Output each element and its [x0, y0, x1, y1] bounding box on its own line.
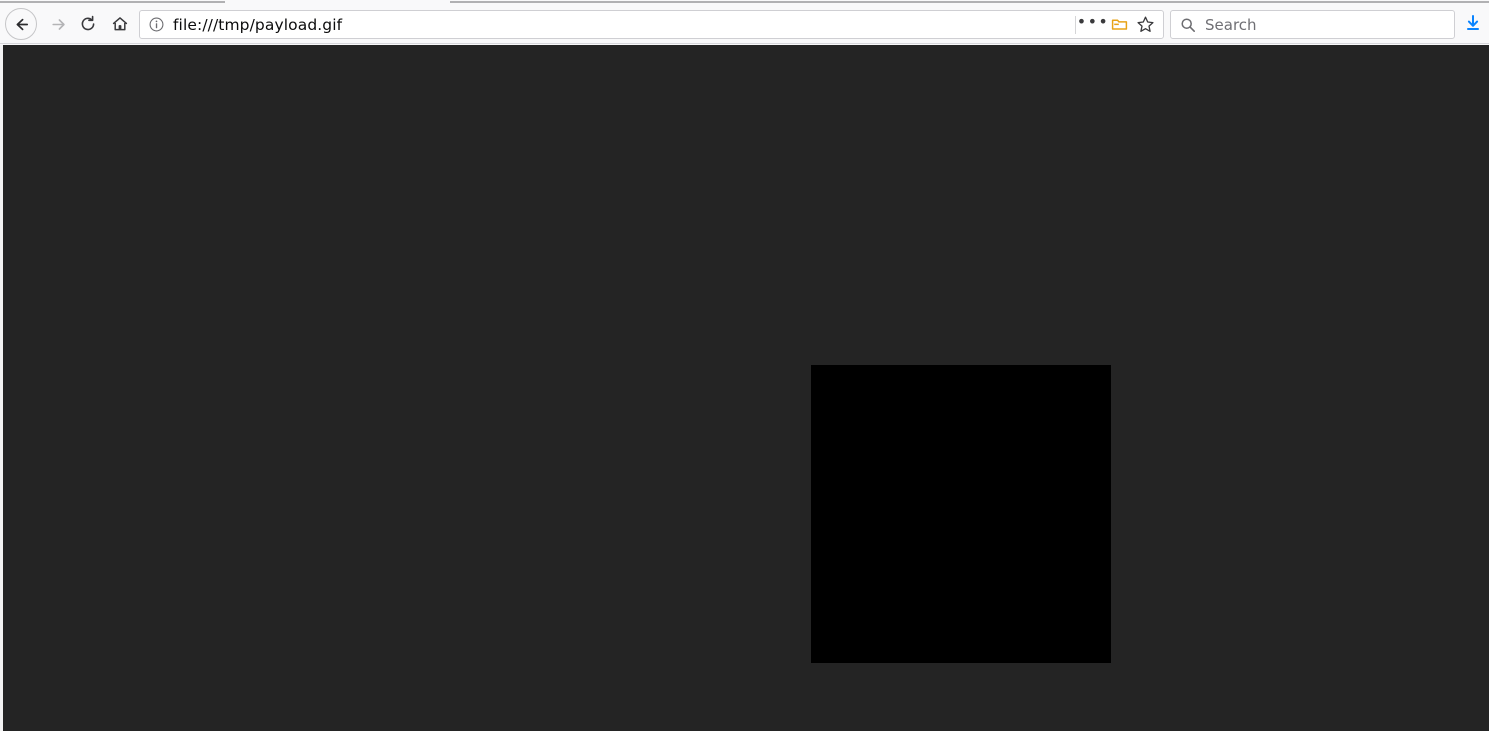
- magnifier-icon: [1180, 17, 1196, 33]
- url-bar[interactable]: file:///tmp/payload.gif •••: [139, 10, 1164, 39]
- tab-edge[interactable]: [0, 0, 168, 3]
- black-square-image[interactable]: [811, 365, 1111, 663]
- tab-edge[interactable]: [450, 0, 1040, 3]
- tab-edge[interactable]: [168, 0, 225, 3]
- search-bar[interactable]: Search: [1170, 10, 1455, 39]
- forward-button[interactable]: [42, 8, 74, 40]
- reload-button[interactable]: [72, 8, 104, 40]
- ellipsis-icon[interactable]: •••: [1077, 11, 1108, 38]
- home-icon: [111, 15, 129, 33]
- star-outline-icon[interactable]: [1132, 11, 1158, 38]
- image-viewer-surface[interactable]: [3, 45, 1489, 731]
- back-button[interactable]: [5, 8, 37, 40]
- folder-icon[interactable]: [1106, 11, 1132, 38]
- download-arrow-icon: [1463, 13, 1483, 37]
- navigation-toolbar: file:///tmp/payload.gif ••• Search: [0, 4, 1489, 44]
- arrow-left-icon: [13, 16, 30, 33]
- home-button[interactable]: [104, 8, 136, 40]
- arrow-right-icon: [50, 16, 67, 33]
- browser-window: file:///tmp/payload.gif ••• Search: [0, 0, 1489, 731]
- reload-icon: [79, 15, 97, 33]
- urlbar-actions: •••: [1075, 11, 1163, 38]
- content-viewport: [0, 45, 1489, 731]
- search-input[interactable]: Search: [1205, 16, 1257, 34]
- page-actions-label: •••: [1076, 12, 1110, 31]
- info-circle-icon[interactable]: [149, 17, 164, 32]
- tab-edge[interactable]: [1040, 0, 1489, 3]
- downloads-button[interactable]: [1463, 10, 1489, 39]
- url-text[interactable]: file:///tmp/payload.gif: [173, 16, 1075, 34]
